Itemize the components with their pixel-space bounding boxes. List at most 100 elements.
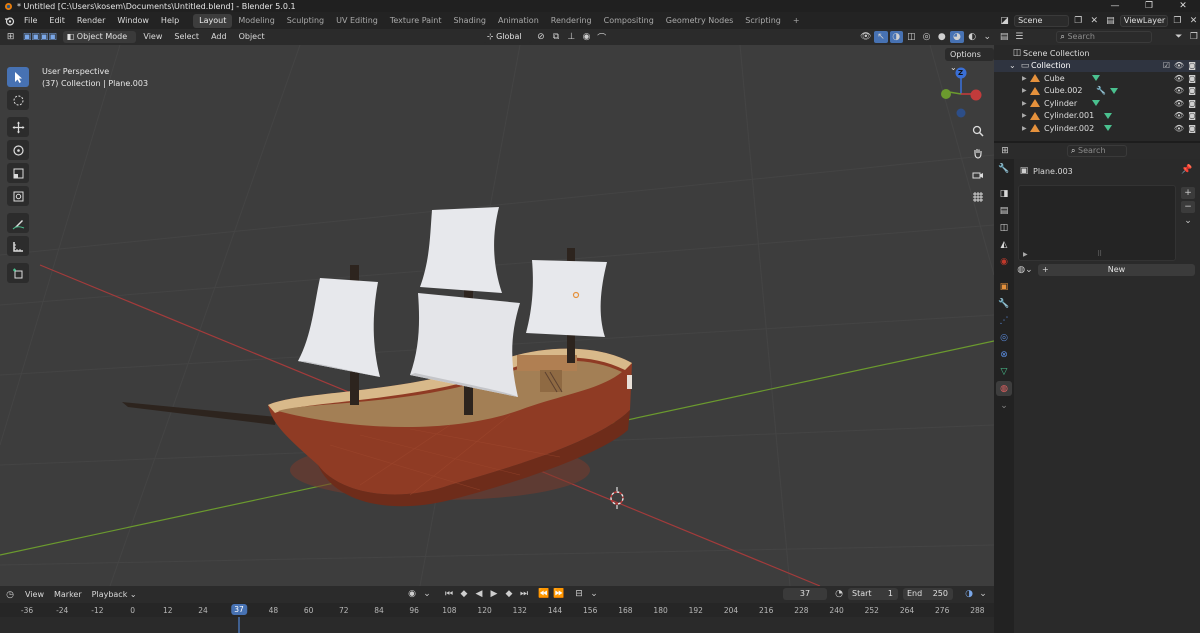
playback-sync-icon[interactable]: ⊟ xyxy=(572,588,586,600)
outliner-row-cylinder-001[interactable]: ▶ Cylinder.001 👁 ◙ xyxy=(994,110,1200,123)
play-icon[interactable]: ▶ xyxy=(487,588,501,600)
material-tab-icon[interactable]: ◍ xyxy=(996,381,1012,396)
tab-texture-paint[interactable]: Texture Paint xyxy=(384,14,448,28)
camera-view-icon[interactable] xyxy=(969,166,987,184)
expand-object-icon[interactable]: ▶ xyxy=(1022,112,1030,119)
properties-editor-icon[interactable]: ⊞ xyxy=(998,145,1012,157)
add-cube-tool[interactable] xyxy=(7,263,29,283)
tab-animation[interactable]: Animation xyxy=(492,14,545,28)
solid-shading-icon[interactable]: ● xyxy=(935,31,948,43)
rendered-shading-icon[interactable]: ◐ xyxy=(966,31,979,43)
minimize-button[interactable]: — xyxy=(1098,0,1132,12)
render-camera-icon[interactable]: ◙ xyxy=(1188,86,1196,95)
jump-start-icon[interactable]: ⏮ xyxy=(442,588,456,600)
scene-name-field[interactable]: Scene xyxy=(1014,14,1069,27)
shading-options-icon[interactable]: ⌄ xyxy=(981,31,994,43)
sync-options-icon[interactable]: ⌄ xyxy=(587,588,601,600)
tab-uv-editing[interactable]: UV Editing xyxy=(330,14,384,28)
maximize-button[interactable]: ❐ xyxy=(1132,0,1166,12)
play-reverse-icon[interactable]: ◀ xyxy=(472,588,486,600)
select-box-tool[interactable] xyxy=(7,67,29,87)
move-tool[interactable] xyxy=(7,117,29,137)
wireframe-shading-icon[interactable]: ◎ xyxy=(920,31,933,43)
world-tab-icon[interactable]: ◉ xyxy=(996,254,1012,269)
render-camera-icon[interactable]: ◙ xyxy=(1188,111,1196,120)
pivot-icon[interactable]: ⊘ xyxy=(534,31,547,43)
jump-end-icon[interactable]: ⏭ xyxy=(517,588,531,600)
timeline-menu-marker[interactable]: Marker xyxy=(49,589,87,601)
annotate-tool[interactable] xyxy=(7,213,29,233)
outliner-row-scene-collection[interactable]: ◫ Scene Collection xyxy=(994,47,1200,60)
remove-slot-icon[interactable]: − xyxy=(1181,201,1195,213)
view-layer-icon[interactable]: ▤ xyxy=(1104,15,1117,27)
timeline-ruler[interactable]: -36 -24 -12 0 12 24 37 48 60 72 84 96 108 120 132 144 15… xyxy=(0,603,994,617)
zoom-icon[interactable] xyxy=(969,122,987,140)
next-marker-icon[interactable]: ⏩ xyxy=(552,588,566,600)
prev-keyframe-icon[interactable]: ◆ xyxy=(457,588,471,600)
measure-tool[interactable] xyxy=(7,236,29,256)
object-mode-dropdown[interactable]: ◧ Object Mode ⌄ xyxy=(62,31,137,53)
rotate-tool[interactable] xyxy=(7,140,29,160)
expand-object-icon[interactable]: ▶ xyxy=(1022,87,1030,94)
end-frame-field[interactable]: End 250 xyxy=(903,588,953,600)
mesh-data-icon[interactable] xyxy=(1092,100,1100,107)
tab-layout[interactable]: Layout xyxy=(193,13,233,28)
snap-icon[interactable]: ⧉ xyxy=(550,31,563,43)
pan-hand-icon[interactable] xyxy=(969,144,987,162)
collection-render-icon[interactable]: ◙ xyxy=(1188,61,1196,70)
visibility-eye-icon[interactable]: 👁 xyxy=(1174,86,1184,95)
menu-select[interactable]: Select xyxy=(169,31,204,43)
collection-checkbox-icon[interactable]: ☑ xyxy=(1163,61,1170,70)
material-browse-icon[interactable]: ◍⌄ xyxy=(1017,264,1032,276)
new-material-button[interactable]: New xyxy=(1038,264,1195,276)
render-camera-icon[interactable]: ◙ xyxy=(1188,99,1196,108)
output-tab-icon[interactable]: ▤ xyxy=(996,203,1012,218)
list-expand-icon[interactable]: ▶ xyxy=(1023,251,1028,258)
object-tab-icon[interactable]: ▣ xyxy=(996,279,1012,294)
outliner-editor-icon[interactable]: ▤ xyxy=(998,31,1010,43)
tool-settings-tab-icon[interactable]: 🔧 xyxy=(996,161,1012,176)
pin-icon[interactable]: 📌 xyxy=(1180,164,1194,176)
particles-tab-icon[interactable]: ⋰ xyxy=(996,313,1012,328)
menu-window[interactable]: Window xyxy=(111,12,155,29)
delete-scene-icon[interactable]: ✕ xyxy=(1088,15,1101,27)
3d-viewport[interactable]: User Perspective (37) Collection | Plane… xyxy=(0,45,994,586)
modifier-tab-icon[interactable]: 🔧 xyxy=(996,296,1012,311)
view-layer-tab-icon[interactable]: ◫ xyxy=(996,220,1012,235)
visibility-eye-icon[interactable]: 👁 xyxy=(1174,74,1184,83)
constraints-tab-icon[interactable]: ⊗ xyxy=(996,347,1012,362)
menu-view[interactable]: View xyxy=(138,31,167,43)
auto-keying-icon[interactable]: ◉ xyxy=(405,588,419,600)
start-frame-field[interactable]: Start 1 xyxy=(848,588,898,600)
material-slot-list[interactable]: ⠿ ▶ xyxy=(1018,185,1176,261)
physics-tab-icon[interactable]: ◎ xyxy=(996,330,1012,345)
add-workspace-button[interactable]: + xyxy=(787,14,806,28)
view-layer-field[interactable]: ViewLayer xyxy=(1119,14,1168,27)
overlay-toggle-icon[interactable]: ◑ xyxy=(889,31,903,43)
menu-help[interactable]: Help xyxy=(155,12,185,29)
close-window-button[interactable]: ✕ xyxy=(1166,0,1200,12)
new-view-layer-icon[interactable]: ❐ xyxy=(1171,15,1184,27)
gizmo-toggle-icon[interactable]: ↖ xyxy=(874,31,888,43)
select-mode-icons[interactable]: ▣▣▣▣ xyxy=(19,31,60,43)
render-tab-icon[interactable]: ◨ xyxy=(996,186,1012,201)
modifier-wrench-icon[interactable]: 🔧 xyxy=(1096,86,1106,95)
new-scene-icon[interactable]: ❐ xyxy=(1072,15,1085,27)
mesh-data-icon[interactable] xyxy=(1104,125,1112,132)
expand-object-icon[interactable]: ▶ xyxy=(1022,125,1030,132)
tab-modeling[interactable]: Modeling xyxy=(232,14,280,28)
scale-tool[interactable] xyxy=(7,163,29,183)
menu-object[interactable]: Object xyxy=(234,31,270,43)
data-tab-icon[interactable]: ▽ xyxy=(996,364,1012,379)
new-collection-icon[interactable]: ❐ xyxy=(1188,31,1200,43)
timeline-track-area[interactable] xyxy=(0,617,994,633)
slot-specials-icon[interactable]: ⌄ xyxy=(1181,215,1195,227)
outliner-row-cube[interactable]: ▶ Cube 👁 ◙ xyxy=(994,72,1200,85)
timeline-overlay-options-icon[interactable]: ⌄ xyxy=(976,588,990,600)
visibility-icon[interactable]: 👁 xyxy=(859,31,872,43)
menu-add[interactable]: Add xyxy=(206,31,232,43)
add-slot-icon[interactable]: + xyxy=(1181,187,1195,199)
orthographic-toggle-icon[interactable] xyxy=(969,188,987,206)
filter-icon[interactable]: ⏷ xyxy=(1173,31,1185,43)
expand-object-icon[interactable]: ▶ xyxy=(1022,100,1030,107)
